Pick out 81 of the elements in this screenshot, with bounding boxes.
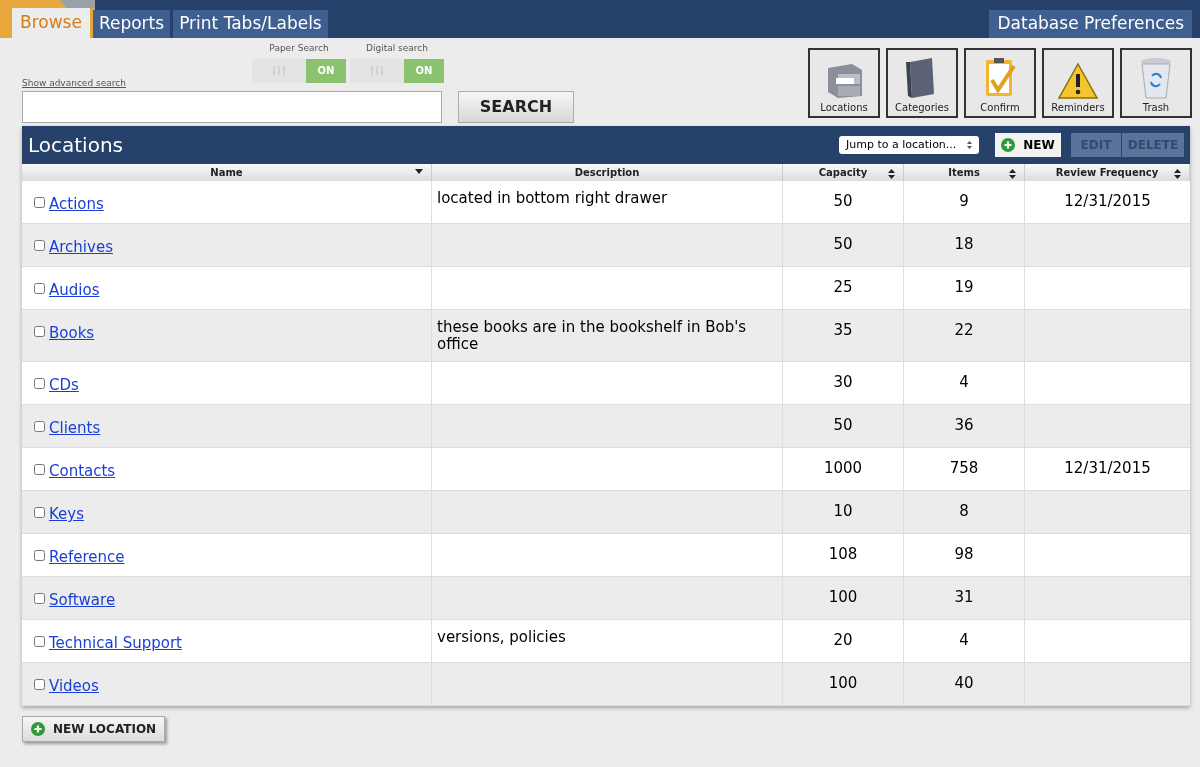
location-link[interactable]: Books xyxy=(49,322,95,345)
location-link[interactable]: Clients xyxy=(49,417,101,440)
toggle-label: Digital search xyxy=(366,42,428,55)
review-date-cell: 12/31/2015 xyxy=(1064,459,1151,477)
items-cell: 8 xyxy=(959,502,969,520)
items-cell: 18 xyxy=(954,235,974,253)
plus-icon xyxy=(1001,138,1016,152)
trash-icon xyxy=(1138,56,1174,100)
new-button[interactable]: NEW xyxy=(995,133,1061,157)
items-cell: 40 xyxy=(954,674,974,692)
toolbar-button[interactable]: Categories xyxy=(886,48,958,118)
capacity-cell: 100 xyxy=(828,674,858,692)
capacity-cell: 1000 xyxy=(823,459,863,477)
toolbar-button[interactable]: Confirm xyxy=(964,48,1036,118)
items-cell: 36 xyxy=(954,416,974,434)
capacity-cell: 50 xyxy=(833,235,853,253)
location-link[interactable]: Videos xyxy=(49,675,99,698)
sort-icon xyxy=(1174,169,1181,179)
items-cell: 98 xyxy=(954,545,974,563)
new-location-button[interactable]: NEW LOCATION xyxy=(22,716,166,742)
review-date-cell: 12/31/2015 xyxy=(1064,192,1151,210)
capacity-cell: 108 xyxy=(828,545,858,563)
plus-icon xyxy=(31,722,45,736)
location-link[interactable]: CDs xyxy=(49,374,79,397)
toolbar-button[interactable]: Reminders xyxy=(1042,48,1114,118)
location-link[interactable]: Technical Support xyxy=(49,632,182,655)
row-checkbox[interactable] xyxy=(34,197,45,208)
toggle-state-text: ON xyxy=(306,58,346,83)
items-cell: 31 xyxy=(954,588,974,606)
location-link[interactable]: Actions xyxy=(49,193,104,216)
preferences-button[interactable]: Database Preferences xyxy=(989,10,1192,38)
nav-tab[interactable]: Print Tabs/Labels xyxy=(173,10,328,38)
row-checkbox[interactable] xyxy=(34,283,45,294)
capacity-cell: 20 xyxy=(833,631,853,649)
sort-icon xyxy=(888,169,895,179)
description-cell: these books are in the bookshelf in Bob's office xyxy=(437,318,747,353)
location-link[interactable]: Software xyxy=(49,589,116,612)
search-field[interactable] xyxy=(22,91,442,123)
items-cell: 4 xyxy=(959,373,969,391)
row-checkbox[interactable] xyxy=(34,593,45,604)
location-link[interactable]: Reference xyxy=(49,546,125,569)
location-link[interactable]: Audios xyxy=(49,279,100,302)
nav-tab[interactable]: Reports xyxy=(92,10,171,38)
location-link[interactable]: Archives xyxy=(49,236,113,259)
capacity-cell: 30 xyxy=(833,373,853,391)
toggle-state-text: ON xyxy=(404,58,444,83)
row-checkbox[interactable] xyxy=(34,507,45,518)
items-cell: 19 xyxy=(954,278,974,296)
location-link[interactable]: Contacts xyxy=(49,460,116,483)
toolbar-button[interactable]: Trash xyxy=(1120,48,1192,118)
sort-icon xyxy=(1009,169,1016,179)
items-cell: 9 xyxy=(959,192,969,210)
items-cell: 758 xyxy=(949,459,979,477)
warning-icon xyxy=(1057,62,1099,100)
capacity-cell: 50 xyxy=(833,192,853,210)
toggle-label: Paper Search xyxy=(269,42,329,55)
row-checkbox[interactable] xyxy=(34,679,45,690)
row-checkbox[interactable] xyxy=(34,421,45,432)
row-checkbox[interactable] xyxy=(34,464,45,475)
items-cell: 22 xyxy=(954,321,974,339)
sort-down-icon xyxy=(415,169,423,174)
description-cell: versions, policies xyxy=(437,628,566,646)
capacity-cell: 50 xyxy=(833,416,853,434)
row-checkbox[interactable] xyxy=(34,326,45,337)
search-button[interactable]: SEARCH xyxy=(458,91,574,123)
location-link[interactable]: Keys xyxy=(49,503,84,526)
items-cell: 4 xyxy=(959,631,969,649)
description-cell: located in bottom right drawer xyxy=(437,189,668,207)
panel-title: Locations xyxy=(28,132,123,159)
row-checkbox[interactable] xyxy=(34,240,45,251)
capacity-cell: 35 xyxy=(833,321,853,339)
select-arrows-icon xyxy=(967,141,972,149)
row-checkbox[interactable] xyxy=(34,550,45,561)
capacity-cell: 25 xyxy=(833,278,853,296)
row-checkbox[interactable] xyxy=(34,636,45,647)
row-checkbox[interactable] xyxy=(34,378,45,389)
capacity-cell: 100 xyxy=(828,588,858,606)
capacity-cell: 10 xyxy=(833,502,853,520)
jump-select[interactable]: Jump to a location... xyxy=(839,136,979,154)
advanced-search-link[interactable]: Show advanced search xyxy=(22,76,126,90)
toolbar-button[interactable]: Locations xyxy=(808,48,880,118)
